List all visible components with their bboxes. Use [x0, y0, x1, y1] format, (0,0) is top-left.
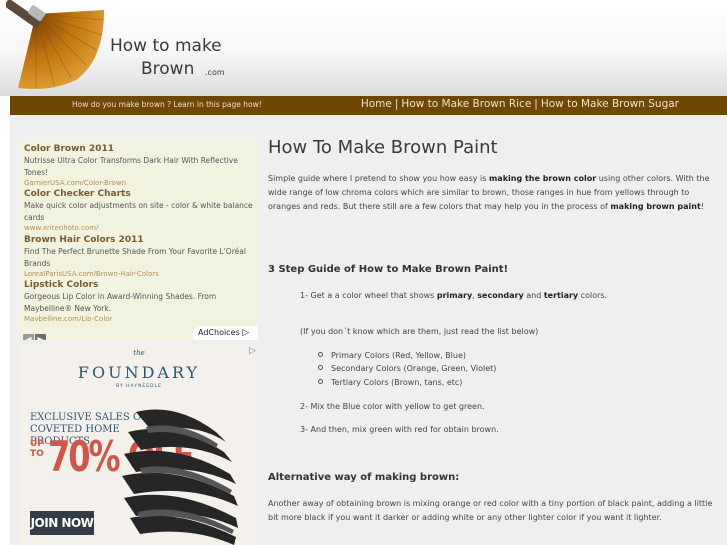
chevron-left-icon[interactable]: ◀	[23, 334, 34, 340]
step-3: 3- And then, mix green with red for obta…	[300, 425, 499, 434]
ad-description: Make quick color adjustments on site - c…	[24, 201, 253, 222]
nav-link-brown-sugar[interactable]: How to Make Brown Sugar	[541, 98, 679, 110]
ad-url[interactable]: Maybelline.com/Lip-Color	[24, 315, 256, 321]
step-2: 2- Mix the Blue color with yellow to get…	[300, 402, 485, 411]
ad-url[interactable]: www.xritephoto.com/	[24, 224, 256, 230]
intro-text: !	[700, 202, 704, 211]
banner-brand-the: the	[133, 349, 145, 357]
adchoices-badge[interactable]: AdChoices ▷	[193, 326, 258, 340]
step-bold: primary	[436, 291, 473, 300]
page-title: How To Make Brown Paint	[268, 137, 498, 158]
list-item: Tertiary Colors (Brown, tans, etc)	[318, 378, 462, 387]
text-ads-box: Color Brown 2011 Nutrisse Ultra Color Tr…	[20, 141, 258, 340]
ad-item[interactable]: Color Brown 2011 Nutrisse Ultra Color Tr…	[24, 143, 256, 185]
chair-image-icon	[122, 409, 238, 545]
guide-heading: 3 Step Guide of How to Make Brown Paint!	[268, 264, 509, 275]
ad-url[interactable]: LorealParisUSA.com/Brown-Hair-Colors	[24, 270, 256, 276]
list-item: Primary Colors (Red, Yellow, Blue)	[318, 351, 466, 360]
ad-description: Gorgeous Lip Color in Award-Winning Shad…	[24, 292, 217, 313]
adchoices-label: AdChoices	[198, 328, 240, 337]
step-text: colors.	[578, 291, 608, 300]
step-bold: secondary	[477, 291, 524, 300]
nav-separator: |	[534, 98, 538, 110]
ad-item[interactable]: Brown Hair Colors 2011 Find The Perfect …	[24, 234, 256, 276]
nav-link-home[interactable]: Home	[361, 98, 392, 110]
ad-pager: ◀ ▶	[23, 327, 47, 340]
step-text: 1- Get a a color wheel that shows	[300, 291, 437, 300]
adchoices-icon: ▷	[242, 328, 250, 338]
ad-title[interactable]: Color Checker Charts	[24, 188, 256, 200]
nav-tagline: How do you make brown ? Learn in this pa…	[72, 100, 262, 109]
step-1: 1- Get a a color wheel that shows primar…	[300, 291, 607, 300]
ad-item[interactable]: Lipstick Colors Gorgeous Lip Color in Aw…	[24, 279, 256, 321]
list-item: Secondary Colors (Orange, Green, Violet)	[318, 364, 496, 373]
step-text: and	[523, 291, 544, 300]
ad-item[interactable]: Color Checker Charts Make quick color ad…	[24, 188, 256, 230]
site-title-line1[interactable]: How to make	[110, 36, 222, 56]
alt-heading: Alternative way of making brown:	[268, 472, 460, 483]
ad-url[interactable]: GarnierUSA.com/Color-Brown	[24, 179, 256, 185]
intro-text: Simple guide where I pretend to show you…	[268, 174, 489, 183]
site-title-suffix: .com	[205, 68, 225, 77]
chevron-right-icon[interactable]: ▶	[35, 334, 46, 340]
nav-link-brown-rice[interactable]: How to Make Brown Rice	[401, 98, 531, 110]
site-header: How to make Brown .com	[0, 0, 727, 96]
step-bold: tertiary	[543, 291, 579, 300]
ad-description: Nutrisse Ultra Color Transforms Dark Hai…	[24, 156, 238, 177]
intro-paragraph: Simple guide where I pretend to show you…	[268, 172, 718, 214]
banner-brand-by: BY HAYNEEDLE	[116, 384, 162, 389]
nav-links: Home | How to Make Brown Rice | How to Make …	[361, 98, 679, 110]
banner-ad[interactable]: ▷ the FOUNDARY BY HAYNEEDLE EXCLUSIVE SA…	[20, 344, 258, 545]
banner-upto: UP TO	[30, 439, 44, 459]
paintbrush-fan-logo-icon[interactable]	[6, 0, 106, 92]
ad-title[interactable]: Brown Hair Colors 2011	[24, 234, 256, 246]
banner-brand: FOUNDARY	[77, 363, 201, 382]
intro-bold: making brown paint	[610, 202, 701, 211]
join-now-button[interactable]: JOIN NOW	[30, 511, 94, 535]
site-title-line2[interactable]: Brown	[141, 59, 194, 79]
top-nav-bar: How do you make brown ? Learn in this pa…	[10, 96, 727, 115]
ad-title[interactable]: Color Brown 2011	[24, 143, 256, 155]
nav-separator: |	[394, 98, 399, 110]
step-1-note: (If you don´t know which are them, just …	[300, 327, 539, 336]
alt-paragraph: Another away of obtaining brown is mixin…	[268, 499, 713, 522]
ad-description: Find The Perfect Brunette Shade From You…	[24, 247, 246, 268]
ad-title[interactable]: Lipstick Colors	[24, 279, 256, 291]
intro-bold: making the brown color	[488, 174, 597, 183]
